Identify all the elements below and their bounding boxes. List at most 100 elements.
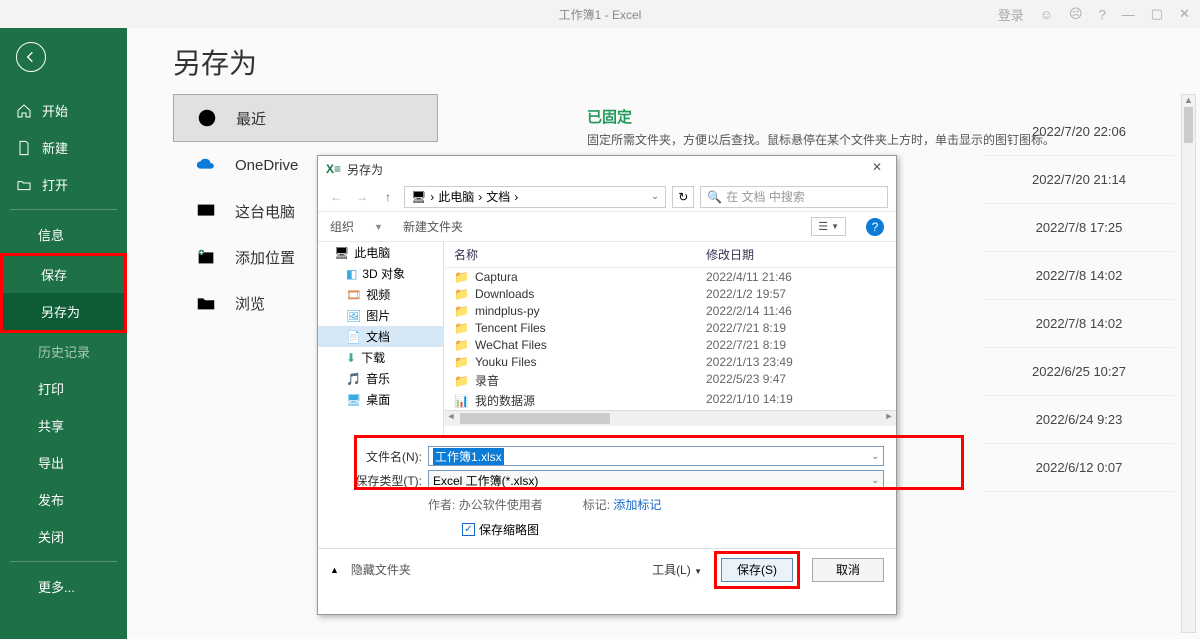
tags-link[interactable]: 添加标记 bbox=[613, 498, 661, 512]
new-folder-button[interactable]: 新建文件夹 bbox=[403, 218, 463, 235]
view-options-button[interactable]: ☰ ▼ bbox=[811, 217, 846, 236]
close-icon[interactable]: ✕ bbox=[1179, 6, 1190, 22]
sidebar-item-info[interactable]: 信息 bbox=[0, 216, 127, 253]
desktop-icon: 🖥 bbox=[346, 393, 361, 407]
dialog-footer: ▲ 隐藏文件夹 工具(L) ▼ 保存(S) 取消 bbox=[318, 548, 896, 590]
scroll-thumb[interactable] bbox=[460, 413, 610, 424]
excel-icon: X≡ bbox=[326, 162, 341, 176]
tree-desktop[interactable]: 🖥桌面 bbox=[318, 389, 443, 410]
files-header[interactable]: 名称 修改日期 bbox=[444, 242, 896, 268]
sidebar-item-more[interactable]: 更多... bbox=[0, 568, 127, 605]
cloud-icon bbox=[195, 154, 217, 176]
download-icon: ⬇ bbox=[346, 351, 356, 365]
chevron-down-icon[interactable]: ⌄ bbox=[651, 191, 659, 202]
sidebar-item-export[interactable]: 导出 bbox=[0, 444, 127, 481]
thumbnail-label[interactable]: 保存缩略图 bbox=[479, 521, 539, 538]
hide-folders-toggle[interactable]: 隐藏文件夹 bbox=[351, 561, 411, 578]
horizontal-scrollbar[interactable]: ◄ ► bbox=[444, 410, 896, 426]
search-input[interactable]: 🔍 在 文档 中搜索 bbox=[700, 186, 888, 208]
sidebar-item-new[interactable]: 新建 bbox=[0, 129, 127, 166]
tree-pictures[interactable]: 🖼图片 bbox=[318, 305, 443, 326]
tree-documents[interactable]: 📄文档 bbox=[318, 326, 443, 347]
col-header-date[interactable]: 修改日期 bbox=[706, 246, 886, 263]
scroll-up-icon[interactable]: ▲ bbox=[1182, 95, 1195, 105]
face-sad-icon[interactable]: ☹ bbox=[1069, 6, 1083, 22]
minimize-icon[interactable]: — bbox=[1122, 7, 1135, 22]
file-item[interactable]: 📁录音2022/5/23 9:47 bbox=[444, 370, 896, 390]
login-label[interactable]: 登录 bbox=[998, 5, 1024, 24]
folder-icon: 📁 bbox=[454, 287, 469, 301]
sidebar-item-open[interactable]: 打开 bbox=[0, 166, 127, 203]
folder-icon: 📁 bbox=[454, 355, 469, 369]
music-icon: 🎵 bbox=[346, 372, 361, 386]
refresh-button[interactable]: ↻ bbox=[672, 186, 694, 208]
dialog-close-button[interactable]: ✕ bbox=[864, 160, 890, 178]
file-item[interactable]: 📁Captura2022/4/11 21:46 bbox=[444, 268, 896, 285]
author-label: 作者: bbox=[428, 498, 455, 512]
folder-tree[interactable]: 🖥此电脑 ◧3D 对象 🎞视频 🖼图片 📄文档 ⬇下载 🎵音乐 🖥桌面 bbox=[318, 242, 444, 438]
file-browser: 名称 修改日期 📁Captura2022/4/11 21:46📁Download… bbox=[444, 242, 896, 438]
cube-icon: ◧ bbox=[346, 267, 357, 281]
recent-file-date[interactable]: 2022/7/20 21:14 bbox=[984, 156, 1174, 204]
sidebar-item-print[interactable]: 打印 bbox=[0, 370, 127, 407]
window-controls: 登录 ☺ ☹ ? — ▢ ✕ bbox=[998, 5, 1190, 24]
filename-label: 文件名(N): bbox=[330, 448, 422, 465]
file-item[interactable]: 📁Tencent Files2022/7/21 8:19 bbox=[444, 319, 896, 336]
sidebar-item-close[interactable]: 关闭 bbox=[0, 518, 127, 555]
nav-up-icon[interactable]: ↑ bbox=[378, 190, 398, 204]
nav-back-icon[interactable]: ← bbox=[326, 190, 346, 204]
tree-music[interactable]: 🎵音乐 bbox=[318, 368, 443, 389]
sidebar-item-publish[interactable]: 发布 bbox=[0, 481, 127, 518]
vertical-scrollbar[interactable]: ▲ bbox=[1181, 94, 1196, 633]
sidebar-item-save[interactable]: 保存 bbox=[3, 256, 124, 293]
chevron-down-icon[interactable]: ⌄ bbox=[871, 451, 879, 462]
dialog-navbar: ← → ↑ 🖥 › 此电脑 › 文档 › ⌄ ↻ 🔍 在 文档 中搜索 bbox=[318, 182, 896, 212]
folder-icon: 📁 bbox=[454, 270, 469, 284]
col-header-name[interactable]: 名称 bbox=[454, 246, 706, 263]
file-item[interactable]: 📁mindplus-py2022/2/14 11:46 bbox=[444, 302, 896, 319]
sidebar-item-share[interactable]: 共享 bbox=[0, 407, 127, 444]
file-item[interactable]: 📁WeChat Files2022/7/21 8:19 bbox=[444, 336, 896, 353]
sidebar-item-saveas[interactable]: 另存为 bbox=[3, 293, 124, 330]
thumbnail-checkbox[interactable]: ✓ bbox=[462, 523, 475, 536]
file-item[interactable]: 📊我的数据源2022/1/10 14:19 bbox=[444, 390, 896, 410]
recent-file-date[interactable]: 2022/6/24 9:23 bbox=[984, 396, 1174, 444]
help-icon[interactable]: ? bbox=[866, 218, 884, 236]
dialog-title: 另存为 bbox=[347, 161, 383, 178]
save-button[interactable]: 保存(S) bbox=[721, 558, 793, 582]
home-icon bbox=[16, 103, 32, 119]
tags-label: 标记: bbox=[583, 498, 610, 512]
recent-file-date[interactable]: 2022/7/8 14:02 bbox=[984, 252, 1174, 300]
filetype-select[interactable]: Excel 工作簿(*.xlsx) ⌄ bbox=[428, 470, 884, 490]
tree-videos[interactable]: 🎞视频 bbox=[318, 284, 443, 305]
caret-up-icon[interactable]: ▲ bbox=[330, 565, 339, 575]
highlight-box-sidebar: 保存 另存为 bbox=[0, 253, 127, 333]
recent-file-date[interactable]: 2022/6/12 0:07 bbox=[984, 444, 1174, 492]
highlight-box-save: 保存(S) bbox=[714, 551, 800, 589]
breadcrumb[interactable]: 🖥 › 此电脑 › 文档 › ⌄ bbox=[404, 186, 666, 208]
filename-input[interactable]: 工作簿1.xlsx ⌄ bbox=[428, 446, 884, 466]
sidebar-item-home[interactable]: 开始 bbox=[0, 92, 127, 129]
face-smile-icon[interactable]: ☺ bbox=[1040, 7, 1053, 22]
tree-downloads[interactable]: ⬇下载 bbox=[318, 347, 443, 368]
tools-dropdown[interactable]: 工具(L) ▼ bbox=[652, 561, 702, 578]
recent-file-date[interactable]: 2022/7/8 14:02 bbox=[984, 300, 1174, 348]
file-item[interactable]: 📁Youku Files2022/1/13 23:49 bbox=[444, 353, 896, 370]
cancel-button[interactable]: 取消 bbox=[812, 558, 884, 582]
tree-3dobjects[interactable]: ◧3D 对象 bbox=[318, 263, 443, 284]
save-as-dialog: X≡ 另存为 ✕ ← → ↑ 🖥 › 此电脑 › 文档 › ⌄ ↻ 🔍 在 文档… bbox=[317, 155, 897, 615]
add-place-icon bbox=[195, 246, 217, 268]
recent-file-date[interactable]: 2022/6/25 10:27 bbox=[984, 348, 1174, 396]
restore-icon[interactable]: ▢ bbox=[1151, 6, 1163, 22]
help-icon[interactable]: ? bbox=[1099, 7, 1106, 22]
back-button[interactable] bbox=[16, 42, 46, 72]
author-value[interactable]: 办公软件使用者 bbox=[459, 498, 543, 512]
file-item[interactable]: 📁Downloads2022/1/2 19:57 bbox=[444, 285, 896, 302]
scroll-thumb[interactable] bbox=[1184, 107, 1193, 143]
recent-file-date[interactable]: 2022/7/8 17:25 bbox=[984, 204, 1174, 252]
organize-button[interactable]: 组织 bbox=[330, 218, 354, 235]
tree-thispc[interactable]: 🖥此电脑 bbox=[318, 242, 443, 263]
chevron-down-icon[interactable]: ⌄ bbox=[871, 475, 879, 486]
recent-file-date[interactable]: 2022/7/20 22:06 bbox=[984, 108, 1174, 156]
location-recent[interactable]: 最近 bbox=[173, 94, 438, 142]
